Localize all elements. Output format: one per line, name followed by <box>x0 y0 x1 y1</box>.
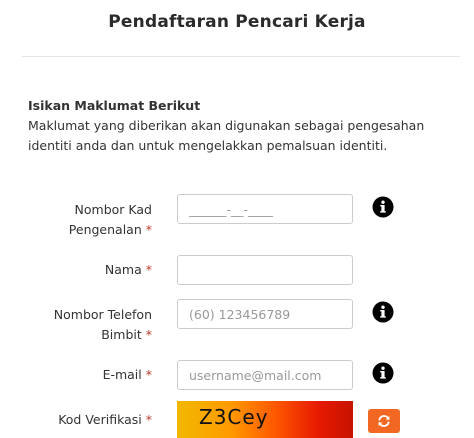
section-heading: Isikan Maklumat Berikut <box>28 98 201 113</box>
required-marker: * <box>145 412 152 427</box>
required-marker: * <box>145 327 152 342</box>
phone-label-line1: Nombor Telefon <box>53 307 152 322</box>
captcha-code: Z3Cey <box>199 405 269 429</box>
phone-label-line2: Bimbit <box>101 327 142 342</box>
info-circle-icon[interactable] <box>372 362 394 384</box>
captcha-image: Z3Cey <box>177 401 353 438</box>
phone-label: Nombor Telefon Bimbit * <box>54 305 152 345</box>
ic-label: Nombor Kad Pengenalan * <box>69 200 152 240</box>
refresh-icon <box>378 415 390 427</box>
name-label: Nama * <box>105 260 152 280</box>
section-description: Maklumat yang diberikan akan digunakan s… <box>28 118 425 153</box>
info-circle-icon[interactable] <box>372 301 394 323</box>
title-divider <box>22 56 460 57</box>
required-marker: * <box>145 222 152 237</box>
info-circle-icon[interactable] <box>372 196 394 218</box>
refresh-captcha-button[interactable] <box>368 409 400 433</box>
ic-label-line1: Nombor Kad <box>74 202 152 217</box>
email-label-text: E-mail <box>102 367 142 382</box>
ic-label-line2: Pengenalan <box>68 222 142 237</box>
captcha-label: Kod Verifikasi * <box>58 410 152 430</box>
ic-number-input[interactable] <box>177 194 353 224</box>
required-marker: * <box>145 367 152 382</box>
name-input[interactable] <box>177 255 353 285</box>
phone-input[interactable] <box>177 299 353 329</box>
captcha-label-text: Kod Verifikasi <box>58 412 142 427</box>
email-label: E-mail * <box>103 365 152 385</box>
email-input[interactable] <box>177 360 353 390</box>
page-title: Pendaftaran Pencari Kerja <box>108 12 366 32</box>
name-label-text: Nama <box>104 262 142 277</box>
required-marker: * <box>145 262 152 277</box>
